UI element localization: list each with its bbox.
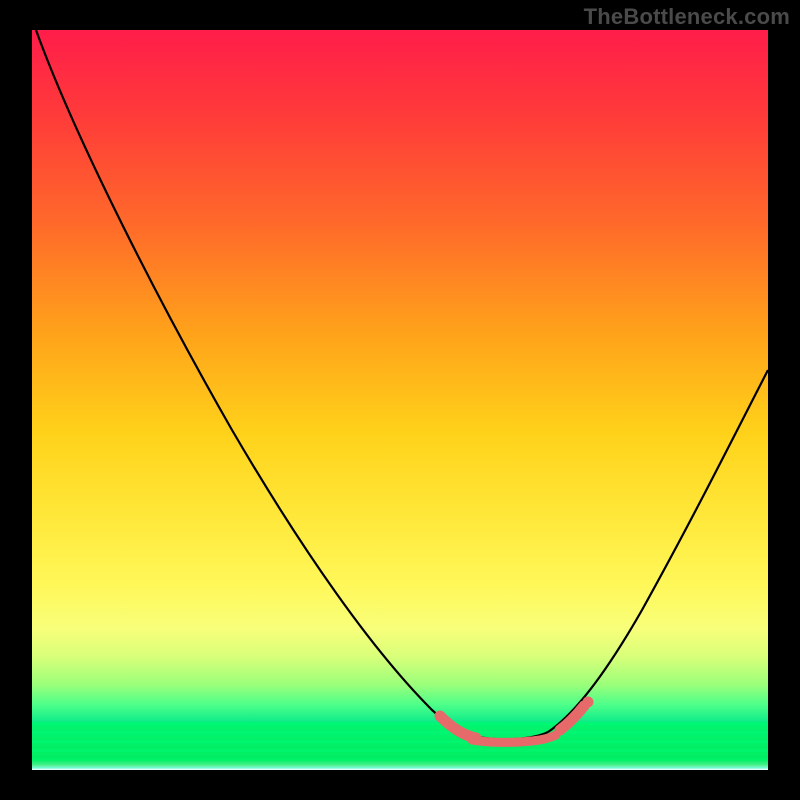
chart-frame: TheBottleneck.com (0, 0, 800, 800)
curve-left-arm (36, 30, 474, 736)
watermark-text: TheBottleneck.com (584, 4, 790, 30)
plot-area (32, 30, 768, 770)
highlight-dot-right (583, 697, 594, 708)
highlight-floor (472, 735, 556, 742)
curve-right-arm (548, 370, 768, 732)
bottleneck-curve (32, 30, 768, 770)
highlight-left (440, 716, 476, 738)
